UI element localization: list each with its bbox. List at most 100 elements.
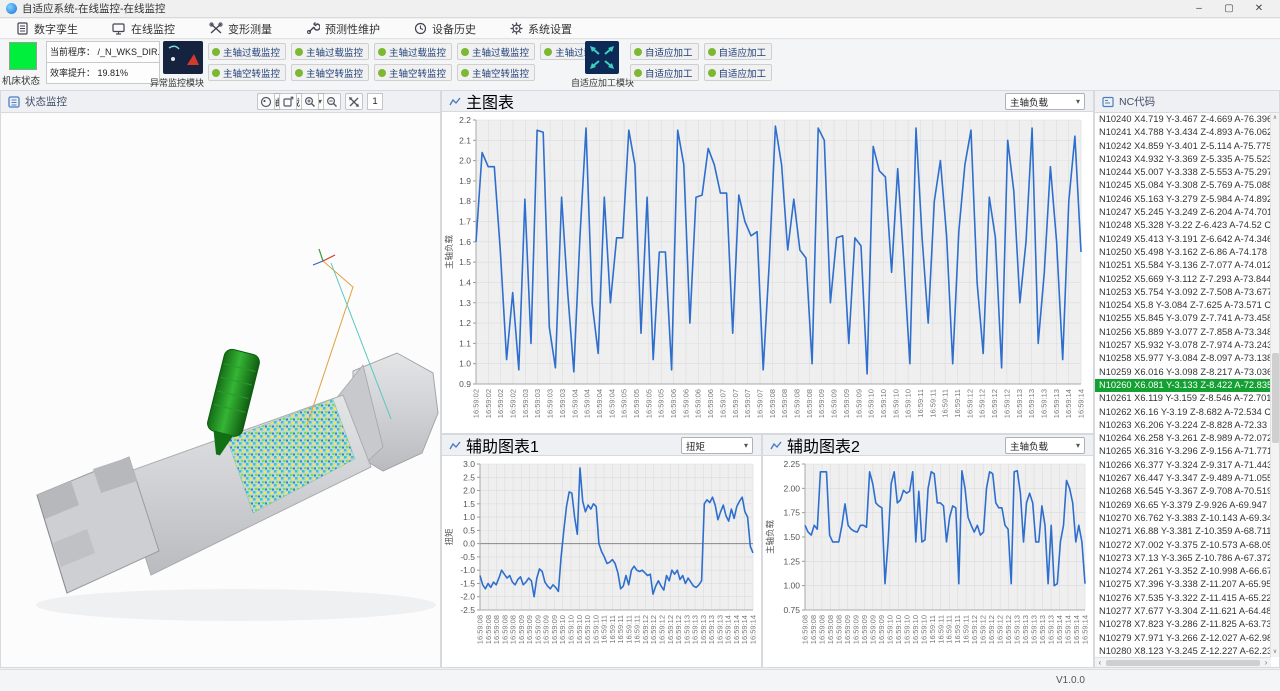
- nc-code-line[interactable]: N10278 X7.823 Y-3.286 Z-11.825 A-63.73: [1095, 618, 1271, 631]
- menu-predictive-maintenance[interactable]: 预测性维护: [306, 21, 380, 37]
- adaptive-machining-button[interactable]: 自适应加工: [704, 64, 773, 81]
- svg-text:16:59:13: 16:59:13: [1039, 389, 1048, 418]
- aux1-signal-dropdown[interactable]: 扭矩▾: [681, 437, 753, 454]
- anomaly-monitor-icon[interactable]: [163, 41, 203, 74]
- spindle-overload-monitor-button[interactable]: 主轴过载监控: [208, 43, 286, 60]
- scroll-up-icon[interactable]: ∧: [1271, 113, 1279, 123]
- nc-code-line[interactable]: N10273 X7.13 Y-3.365 Z-10.786 A-67.372: [1095, 552, 1271, 565]
- adaptive-machining-button[interactable]: 自适应加工: [704, 43, 773, 60]
- nc-code-line[interactable]: N10269 X6.65 Y-3.379 Z-9.926 A-69.947 C: [1095, 499, 1271, 512]
- nc-code-line[interactable]: N10251 X5.584 Y-3.136 Z-7.077 A-74.012: [1095, 259, 1271, 272]
- nc-code-line[interactable]: N10248 X5.328 Y-3.22 Z-6.423 A-74.52 C: [1095, 219, 1271, 232]
- nc-code-line[interactable]: N10250 X5.498 Y-3.162 Z-6.86 A-74.178 C: [1095, 246, 1271, 259]
- minimize-button[interactable]: –: [1184, 0, 1214, 18]
- scale-input[interactable]: 1: [367, 93, 383, 110]
- model-3d-viewport[interactable]: [1, 113, 440, 667]
- chevron-down-icon: ▾: [738, 441, 748, 450]
- nc-code-line[interactable]: N10264 X6.258 Y-3.261 Z-8.989 A-72.072: [1095, 432, 1271, 445]
- nc-code-line[interactable]: N10272 X7.002 Y-3.375 Z-10.573 A-68.05: [1095, 539, 1271, 552]
- menu-digital-twin[interactable]: 数字孪生: [16, 21, 78, 37]
- nc-code-line[interactable]: N10241 X4.788 Y-3.434 Z-4.893 A-76.062: [1095, 126, 1271, 139]
- nc-code-line[interactable]: N10252 X5.669 Y-3.112 Z-7.293 A-73.844: [1095, 273, 1271, 286]
- spindle-idle-monitor-button[interactable]: 主轴空转监控: [208, 64, 286, 81]
- nc-code-line[interactable]: N10254 X5.8 Y-3.084 Z-7.625 A-73.571 C: [1095, 299, 1271, 312]
- nc-code-line[interactable]: N10271 X6.88 Y-3.381 Z-10.359 A-68.711: [1095, 525, 1271, 538]
- svg-text:16:59:13: 16:59:13: [1015, 389, 1024, 418]
- status-dot-icon: [634, 48, 642, 56]
- scroll-down-icon[interactable]: ∨: [1271, 647, 1279, 657]
- menu-deform-measure[interactable]: 变形测量: [209, 21, 272, 37]
- main-chart[interactable]: 16:59:0216:59:0216:59:0216:59:0216:59:03…: [441, 112, 1094, 434]
- scrollbar-thumb[interactable]: [1272, 353, 1279, 443]
- window-title: 自适应系统-在线监控-在线监控: [22, 1, 166, 16]
- nc-code-line[interactable]: N10256 X5.889 Y-3.077 Z-7.858 A-73.348: [1095, 326, 1271, 339]
- nc-code-line[interactable]: N10258 X5.977 Y-3.084 Z-8.097 A-73.138: [1095, 352, 1271, 365]
- spindle-overload-monitor-button[interactable]: 主轴过载监控: [291, 43, 369, 60]
- nc-code-line[interactable]: N10259 X6.016 Y-3.098 Z-8.217 A-73.036: [1095, 366, 1271, 379]
- nc-code-line[interactable]: N10260 X6.081 Y-3.133 Z-8.422 A-72.835: [1095, 379, 1271, 392]
- nc-code-line[interactable]: N10240 X4.719 Y-3.467 Z-4.669 A-76.396: [1095, 113, 1271, 126]
- scroll-left-icon[interactable]: ‹: [1095, 658, 1105, 667]
- adaptive-module-icon[interactable]: [585, 41, 619, 74]
- maximize-button[interactable]: ▢: [1214, 0, 1244, 18]
- nc-vertical-scrollbar[interactable]: ∧ ∨: [1270, 113, 1279, 657]
- nc-code-line[interactable]: N10246 X5.163 Y-3.279 Z-5.984 A-74.892: [1095, 193, 1271, 206]
- reset-view-button[interactable]: [279, 93, 297, 110]
- app-window: 自适应系统-在线监控-在线监控 – ▢ ✕ 数字孪生 在线监控 变形测量 预测性…: [0, 0, 1280, 691]
- nc-code-line[interactable]: N10265 X6.316 Y-3.296 Z-9.156 A-71.771: [1095, 445, 1271, 458]
- nc-code-line[interactable]: N10255 X5.845 Y-3.079 Z-7.741 A-73.458: [1095, 312, 1271, 325]
- nc-code-line[interactable]: N10244 X5.007 Y-3.338 Z-5.553 A-75.297: [1095, 166, 1271, 179]
- close-button[interactable]: ✕: [1244, 0, 1274, 18]
- spindle-idle-monitor-button[interactable]: 主轴空转监控: [374, 64, 452, 81]
- svg-text:16:59:12: 16:59:12: [978, 389, 987, 418]
- spindle-idle-monitor-button[interactable]: 主轴空转监控: [457, 64, 535, 81]
- nc-code-line[interactable]: N10253 X5.754 Y-3.092 Z-7.508 A-73.677: [1095, 286, 1271, 299]
- nc-code-line[interactable]: N10277 X7.677 Y-3.304 Z-11.621 A-64.48: [1095, 605, 1271, 618]
- spindle-idle-monitor-button[interactable]: 主轴空转监控: [291, 64, 369, 81]
- adaptive-machining-button[interactable]: 自适应加工: [630, 64, 699, 81]
- menu-online-monitor[interactable]: 在线监控: [112, 21, 175, 37]
- svg-text:1.8: 1.8: [459, 196, 471, 206]
- nc-code-line[interactable]: N10245 X5.084 Y-3.308 Z-5.769 A-75.088: [1095, 179, 1271, 192]
- nc-code-line[interactable]: N10247 X5.245 Y-3.249 Z-6.204 A-74.701: [1095, 206, 1271, 219]
- nc-code-line[interactable]: N10266 X6.377 Y-3.324 Z-9.317 A-71.443: [1095, 459, 1271, 472]
- svg-text:1.5: 1.5: [459, 257, 471, 267]
- menu-device-history[interactable]: 设备历史: [414, 21, 476, 37]
- nc-code-list[interactable]: N10240 X4.719 Y-3.467 Z-4.669 A-76.396N1…: [1095, 113, 1271, 657]
- app-icon: [6, 3, 17, 14]
- nc-code-line[interactable]: N10270 X6.762 Y-3.383 Z-10.143 A-69.34: [1095, 512, 1271, 525]
- nc-code-line[interactable]: N10249 X5.413 Y-3.191 Z-6.642 A-74.346: [1095, 233, 1271, 246]
- nc-code-line[interactable]: N10262 X6.16 Y-3.19 Z-8.682 A-72.534 C: [1095, 406, 1271, 419]
- nc-code-line[interactable]: N10268 X6.545 Y-3.367 Z-9.708 A-70.519: [1095, 485, 1271, 498]
- scrollbar-thumb[interactable]: [1106, 660, 1260, 666]
- nc-horizontal-scrollbar[interactable]: ‹ ›: [1095, 657, 1271, 667]
- aux-chart-1[interactable]: 16:59:0816:59:0816:59:0816:59:0816:59:08…: [441, 456, 762, 668]
- nc-code-line[interactable]: N10274 X7.261 Y-3.352 Z-10.998 A-66.67: [1095, 565, 1271, 578]
- nc-code-line[interactable]: N10275 X7.396 Y-3.338 Z-11.207 A-65.95: [1095, 578, 1271, 591]
- nc-code-line[interactable]: N10242 X4.859 Y-3.401 Z-5.114 A-75.775: [1095, 140, 1271, 153]
- nc-code-line[interactable]: N10243 X4.932 Y-3.369 Z-5.335 A-75.523: [1095, 153, 1271, 166]
- render-mode-button[interactable]: [257, 93, 275, 110]
- main-chart-signal-dropdown[interactable]: 主轴负载▾: [1005, 93, 1085, 110]
- zoom-out-icon[interactable]: [323, 93, 341, 110]
- chart-icon: [449, 440, 461, 451]
- zoom-in-icon[interactable]: [301, 93, 319, 110]
- nc-code-line[interactable]: N10279 X7.971 Y-3.266 Z-12.027 A-62.98: [1095, 632, 1271, 645]
- spindle-overload-monitor-button[interactable]: 主轴过载监控: [457, 43, 535, 60]
- aux-chart-2[interactable]: 16:59:0816:59:0816:59:0816:59:0816:59:08…: [762, 456, 1094, 668]
- nc-code-line[interactable]: N10261 X6.119 Y-3.159 Z-8.546 A-72.701: [1095, 392, 1271, 405]
- nc-code-line[interactable]: N10263 X6.206 Y-3.224 Z-8.828 A-72.33 C: [1095, 419, 1271, 432]
- adaptive-machining-button[interactable]: 自适应加工: [630, 43, 699, 60]
- nc-code-line[interactable]: N10280 X8.123 Y-3.245 Z-12.227 A-62.23: [1095, 645, 1271, 657]
- nc-code-line[interactable]: N10267 X6.447 Y-3.347 Z-9.489 A-71.055: [1095, 472, 1271, 485]
- nc-code-line[interactable]: N10257 X5.932 Y-3.078 Z-7.974 A-73.243: [1095, 339, 1271, 352]
- nc-code-line[interactable]: N10276 X7.535 Y-3.322 Z-11.415 A-65.22: [1095, 592, 1271, 605]
- svg-text:1.9: 1.9: [459, 176, 471, 186]
- fit-view-icon[interactable]: [345, 93, 363, 110]
- spindle-overload-monitor-button[interactable]: 主轴过载监控: [374, 43, 452, 60]
- menu-system-settings[interactable]: 系统设置: [510, 21, 572, 37]
- aux2-signal-dropdown[interactable]: 主轴负载▾: [1005, 437, 1085, 454]
- menu-bar: 数字孪生 在线监控 变形测量 预测性维护 设备历史 系统设置: [0, 19, 1280, 39]
- svg-text:16:59:12: 16:59:12: [990, 389, 999, 418]
- scroll-right-icon[interactable]: ›: [1261, 658, 1271, 667]
